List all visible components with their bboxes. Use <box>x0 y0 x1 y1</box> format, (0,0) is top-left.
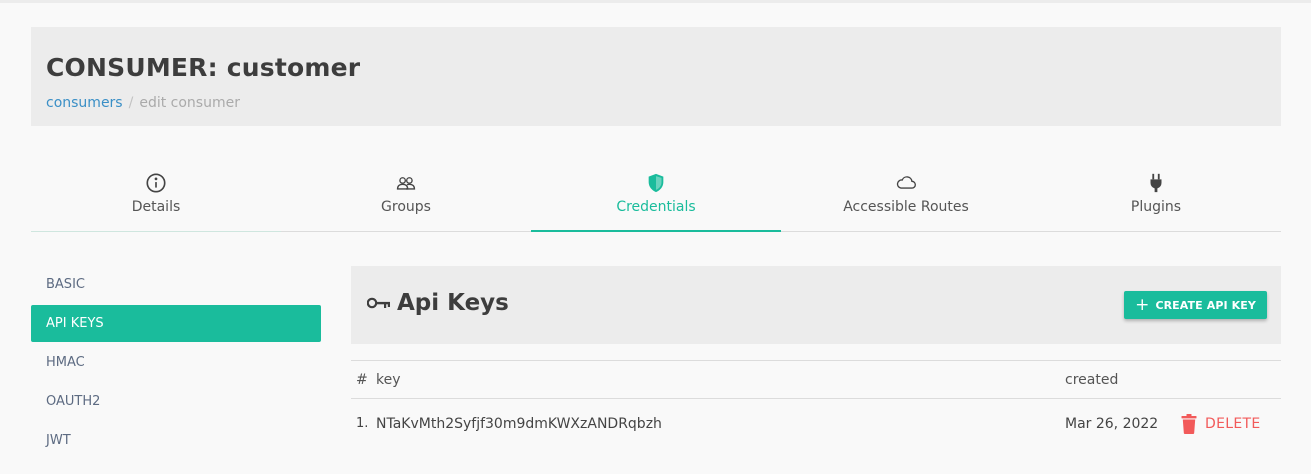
consumer-tabs: Details Groups Credentials Accessible Ro… <box>31 168 1281 232</box>
sidebar-item-hmac[interactable]: HMAC <box>31 344 321 381</box>
column-header-key: key <box>376 371 401 388</box>
tab-label: Details <box>131 199 181 215</box>
tab-details[interactable]: Details <box>31 168 281 232</box>
tab-label: Accessible Routes <box>843 199 969 215</box>
breadcrumb-consumers-link[interactable]: consumers <box>46 95 123 111</box>
breadcrumb-current: edit consumer <box>139 95 240 111</box>
create-api-key-button[interactable]: + CREATE API KEY <box>1124 291 1267 319</box>
tab-label: Credentials <box>616 199 696 215</box>
panel-title: Api Keys <box>367 290 509 316</box>
table-header: # key created <box>351 360 1281 398</box>
tab-groups[interactable]: Groups <box>281 168 531 231</box>
api-key-value: NTaKvMth2Syfjf30m9dmKWXzANDRqbzh <box>376 415 662 432</box>
table-row: 1. NTaKvMth2Syfjf30m9dmKWXzANDRqbzh Mar … <box>351 398 1281 448</box>
info-icon <box>146 173 166 193</box>
row-actions: DELETE <box>1181 399 1260 448</box>
panel-title-text: Api Keys <box>397 290 509 316</box>
sidebar-item-jwt[interactable]: JWT <box>31 422 321 459</box>
create-api-key-label: CREATE API KEY <box>1155 298 1256 312</box>
key-icon <box>367 297 390 309</box>
created-date: Mar 26, 2022 <box>1065 415 1159 432</box>
row-number: 1. <box>356 416 369 431</box>
sidebar-item-basic[interactable]: BASIC <box>31 266 321 303</box>
breadcrumb: consumers / edit consumer <box>46 95 240 111</box>
column-header-created: created <box>1065 371 1119 388</box>
top-border <box>0 0 1311 3</box>
sidebar-item-oauth2[interactable]: OAUTH2 <box>31 383 321 420</box>
page-header: CONSUMER: customer consumers / edit consum… <box>31 27 1281 126</box>
plug-icon <box>1150 173 1162 193</box>
trash-icon <box>1181 413 1197 434</box>
users-icon <box>396 177 416 190</box>
delete-button[interactable]: DELETE <box>1181 413 1261 434</box>
sidebar-item-api-keys[interactable]: API KEYS <box>31 305 321 342</box>
column-header-num: # <box>356 371 368 388</box>
shield-icon <box>648 173 664 193</box>
tab-plugins[interactable]: Plugins <box>1031 168 1281 231</box>
api-keys-table: # key created 1. NTaKvMth2Syfjf30m9dmKWX… <box>351 360 1281 448</box>
plus-icon: + <box>1135 294 1150 315</box>
page-title: CONSUMER: customer <box>46 53 361 82</box>
api-keys-panel-header: Api Keys + CREATE API KEY <box>351 266 1281 344</box>
delete-label: DELETE <box>1205 415 1261 432</box>
credentials-sidebar: BASIC API KEYS HMAC OAUTH2 JWT <box>31 266 321 461</box>
tab-label: Groups <box>381 199 431 215</box>
breadcrumb-separator: / <box>128 95 134 111</box>
tab-label: Plugins <box>1130 199 1182 215</box>
tab-accessible-routes[interactable]: Accessible Routes <box>781 168 1031 231</box>
tab-credentials[interactable]: Credentials <box>531 168 781 232</box>
cloud-icon <box>896 176 916 189</box>
